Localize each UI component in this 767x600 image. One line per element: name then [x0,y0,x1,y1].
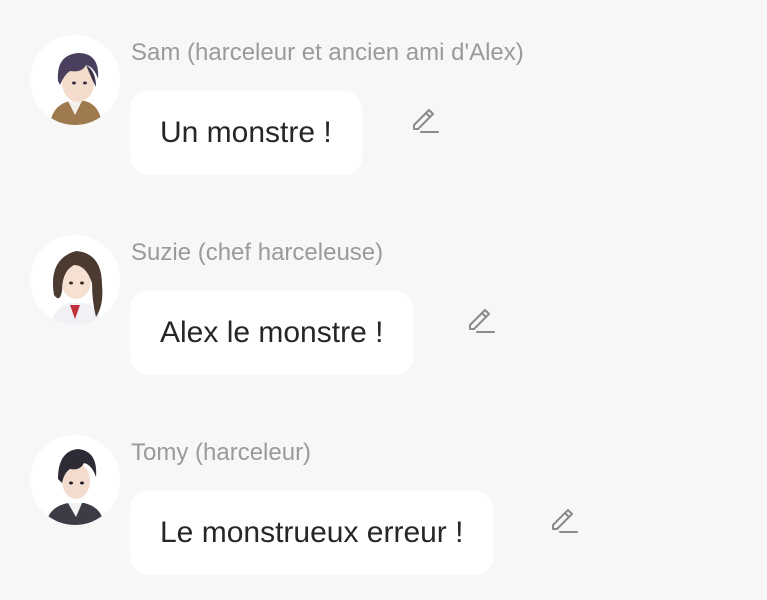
chat-message: Tomy (harceleur) Le monstrueux erreur ! [0,435,767,595]
chat-message: Sam (harceleur et ancien ami d'Alex) Un … [0,35,767,195]
chat-message: Suzie (chef harceleuse) Alex le monstre … [0,235,767,395]
speaker-name: Suzie (chef harceleuse) [131,239,384,266]
message-text: Un monstre ! [160,116,332,149]
message-bubble[interactable]: Alex le monstre ! [130,291,414,375]
speaker-name: Sam (harceleur et ancien ami d'Alex) [131,39,524,66]
message-text: Le monstrueux erreur ! [160,516,464,549]
pencil-icon[interactable] [466,306,496,336]
message-bubble[interactable]: Le monstrueux erreur ! [130,491,494,575]
avatar-tomy [30,435,120,525]
message-bubble[interactable]: Un monstre ! [130,91,362,175]
pencil-icon[interactable] [410,106,440,136]
avatar-suzie [30,235,120,325]
speaker-name: Tomy (harceleur) [131,439,312,466]
message-text: Alex le monstre ! [160,316,384,349]
avatar-sam [30,35,120,125]
pencil-icon[interactable] [549,506,579,536]
